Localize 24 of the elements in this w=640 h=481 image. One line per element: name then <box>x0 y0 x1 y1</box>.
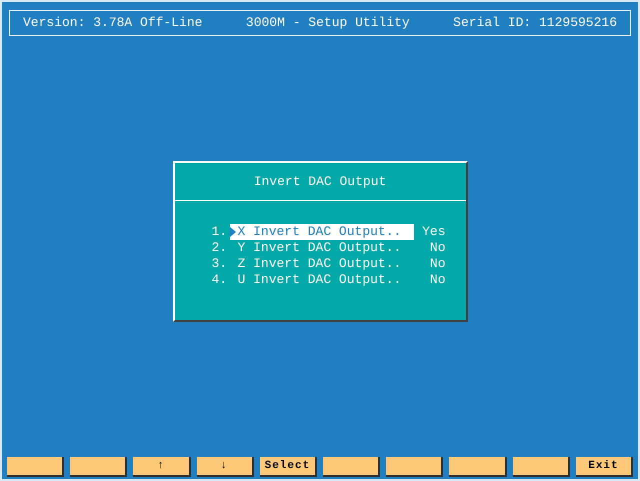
function-key[interactable]: Select <box>260 457 318 477</box>
item-value: Yes <box>421 223 446 242</box>
blank-function-key[interactable] <box>512 457 570 477</box>
item-number: 3. <box>212 255 228 274</box>
version-text: Version: 3.78A Off-Line <box>23 14 202 32</box>
function-key[interactable]: ↓ <box>196 457 254 477</box>
blank-function-key[interactable] <box>449 457 507 477</box>
item-value: No <box>428 271 446 290</box>
blank-function-key[interactable] <box>70 457 128 477</box>
function-key[interactable]: Exit <box>576 457 634 477</box>
item-number: 1. <box>212 223 228 242</box>
menu-item[interactable]: X Invert DAC Output.. <box>230 224 414 240</box>
blank-function-key[interactable] <box>323 457 380 477</box>
item-number: 2. <box>212 239 228 258</box>
serial-text: Serial ID: 1129595216 <box>453 14 617 32</box>
function-key[interactable]: ↑ <box>133 457 191 477</box>
app-title: 3000M - Setup Utility <box>246 14 410 32</box>
pointer-icon <box>230 227 236 237</box>
dialog-title: Invert DAC Output <box>254 172 386 191</box>
item-number: 4. <box>212 271 228 290</box>
item-value: No <box>428 239 446 258</box>
blank-function-key[interactable] <box>7 457 64 477</box>
blank-function-key[interactable] <box>386 457 444 477</box>
item-value: No <box>428 255 446 274</box>
